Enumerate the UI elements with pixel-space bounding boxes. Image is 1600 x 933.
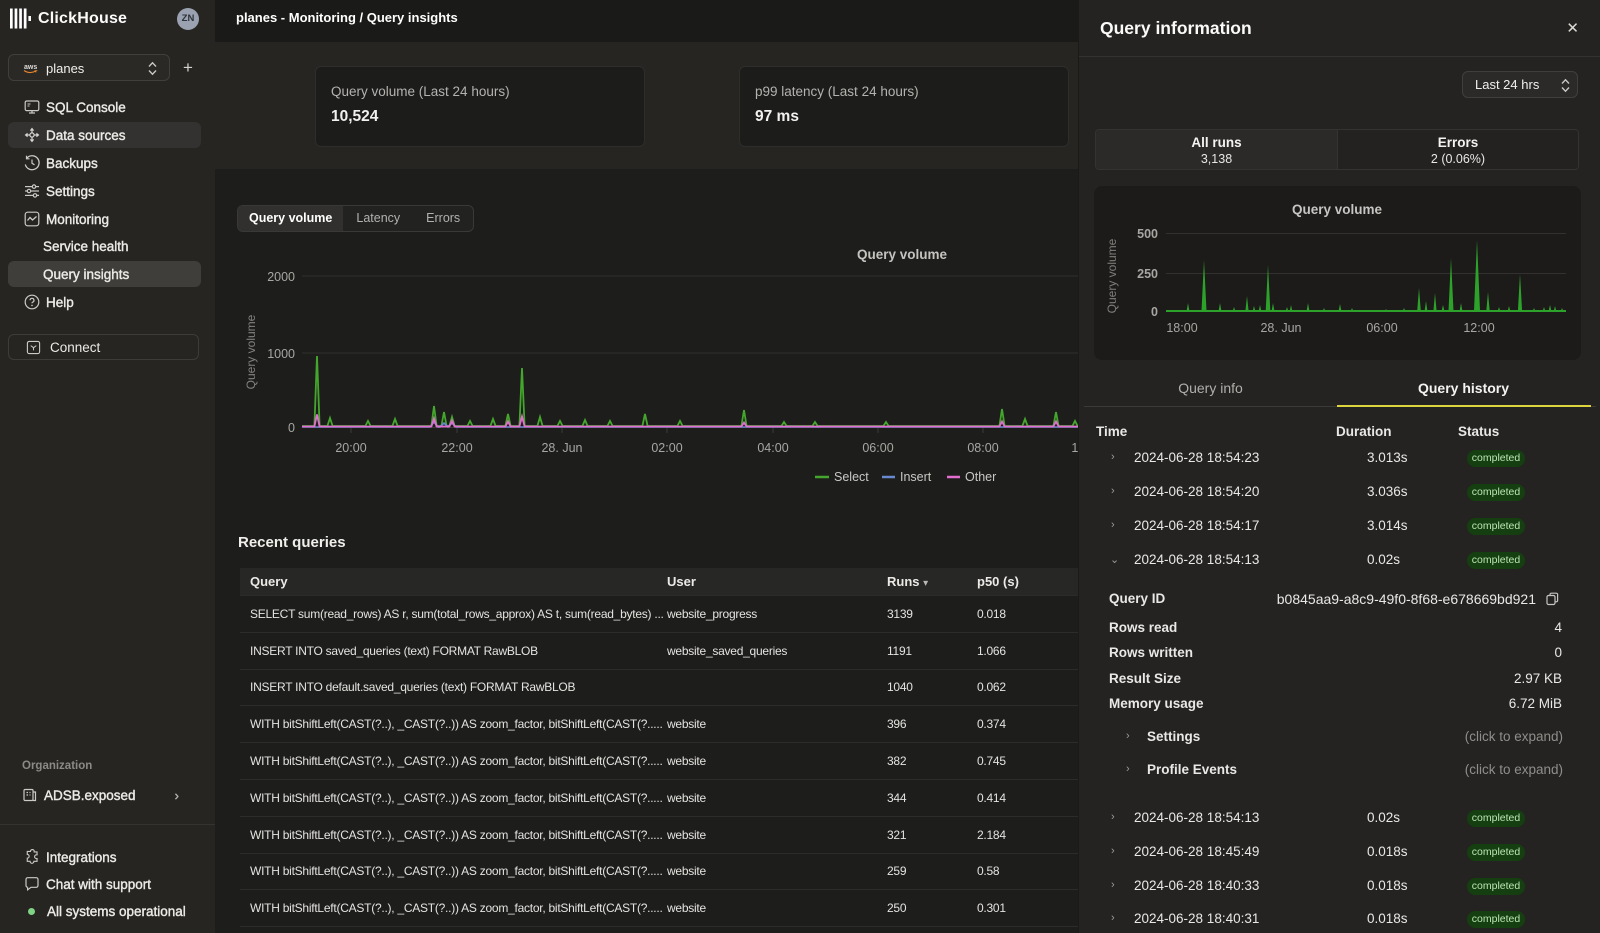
svg-text:22:00: 22:00 xyxy=(441,441,472,455)
svg-text:0: 0 xyxy=(288,421,295,435)
svg-text:06:00: 06:00 xyxy=(862,441,893,455)
svg-text:04:00: 04:00 xyxy=(757,441,788,455)
svg-text:1000: 1000 xyxy=(267,347,295,361)
svg-text:08:00: 08:00 xyxy=(967,441,998,455)
svg-text:aws: aws xyxy=(24,64,37,71)
svg-text:Query volume: Query volume xyxy=(857,247,948,262)
svg-text:02:00: 02:00 xyxy=(651,441,682,455)
svg-text:Select: Select xyxy=(834,470,869,484)
svg-text:Query volume: Query volume xyxy=(1105,238,1119,313)
svg-text:250: 250 xyxy=(1137,267,1158,281)
svg-text:Other: Other xyxy=(965,470,996,484)
svg-text:12:00: 12:00 xyxy=(1463,321,1494,335)
svg-text:Insert: Insert xyxy=(900,470,932,484)
svg-text:28. Jun: 28. Jun xyxy=(541,441,582,455)
svg-text:500: 500 xyxy=(1137,227,1158,241)
svg-text:18:00: 18:00 xyxy=(1166,321,1197,335)
svg-text:06:00: 06:00 xyxy=(1366,321,1397,335)
svg-text:20:00: 20:00 xyxy=(335,441,366,455)
svg-text:28. Jun: 28. Jun xyxy=(1260,321,1301,335)
svg-text:Query volume: Query volume xyxy=(244,314,258,389)
svg-text:0: 0 xyxy=(1151,305,1158,319)
svg-text:Query volume: Query volume xyxy=(1292,202,1383,217)
svg-text:2000: 2000 xyxy=(267,270,295,284)
svg-text:10:00: 10:00 xyxy=(1071,441,1078,455)
